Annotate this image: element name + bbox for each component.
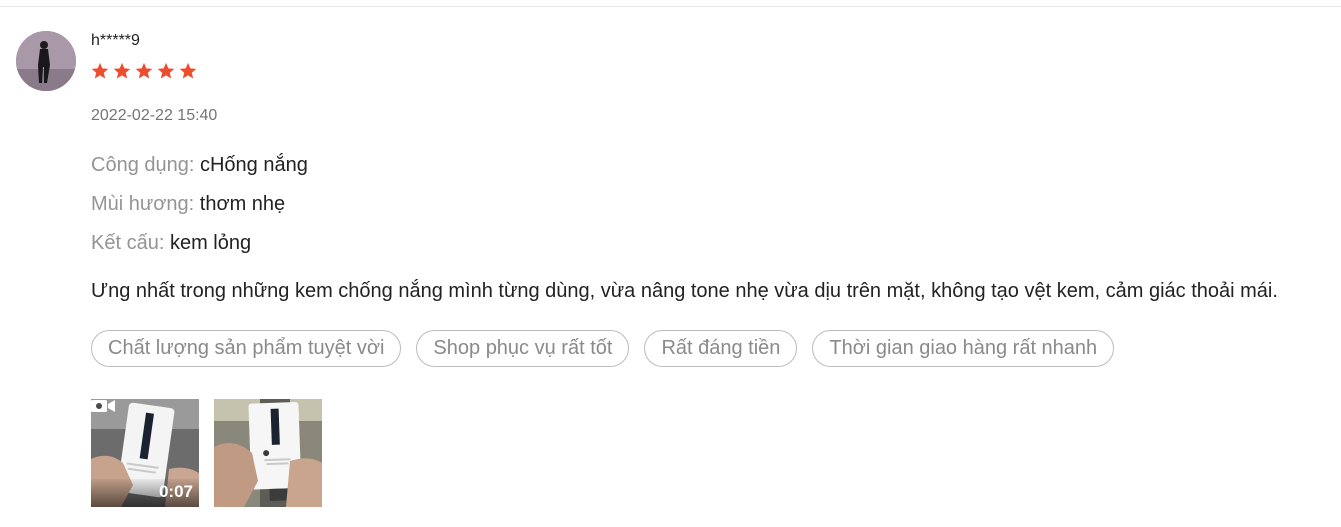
attribute-label: Mùi hương: bbox=[91, 193, 195, 215]
attribute-value: thơm nhẹ bbox=[199, 193, 286, 215]
video-duration: 0:07 bbox=[158, 482, 193, 501]
star-rating bbox=[91, 62, 197, 84]
review-photo bbox=[214, 399, 322, 507]
avatar-photo bbox=[16, 31, 76, 91]
avatar[interactable] bbox=[16, 31, 76, 91]
review-text: Ưng nhất trong những kem chống nắng mình… bbox=[91, 280, 1278, 302]
attribute-row-texture: Kết cấu: kem lỏng bbox=[91, 231, 251, 255]
reviewer-username: h*****9 bbox=[91, 32, 140, 49]
star-icon bbox=[113, 62, 131, 79]
tag-chip[interactable]: Rất đáng tiền bbox=[644, 330, 798, 367]
attribute-value: cHống nắng bbox=[199, 154, 308, 176]
top-divider bbox=[0, 6, 1341, 7]
star-icon bbox=[135, 62, 153, 79]
attribute-row-usage: Công dụng: cHống nắng bbox=[91, 153, 308, 177]
attribute-label: Công dụng: bbox=[91, 154, 195, 176]
star-icon bbox=[91, 62, 109, 79]
tag-chip[interactable]: Thời gian giao hàng rất nhanh bbox=[812, 330, 1115, 367]
review-video-thumbnail[interactable]: 0:07 bbox=[91, 399, 199, 507]
attribute-row-scent: Mùi hương: thơm nhẹ bbox=[91, 192, 285, 216]
review-tags: Chất lượng sản phẩm tuyệt vời Shop phục … bbox=[91, 330, 1115, 367]
star-icon bbox=[157, 62, 175, 79]
tag-chip[interactable]: Chất lượng sản phẩm tuyệt vời bbox=[91, 330, 402, 367]
attribute-label: Kết cấu: bbox=[91, 232, 165, 254]
attribute-value: kem lỏng bbox=[169, 232, 252, 254]
review-image-thumbnail[interactable] bbox=[214, 399, 322, 507]
video-camera-icon bbox=[91, 400, 115, 412]
tag-chip[interactable]: Shop phục vụ rất tốt bbox=[416, 330, 630, 367]
star-icon bbox=[179, 62, 197, 79]
review-timestamp: 2022-02-22 15:40 bbox=[91, 107, 218, 124]
